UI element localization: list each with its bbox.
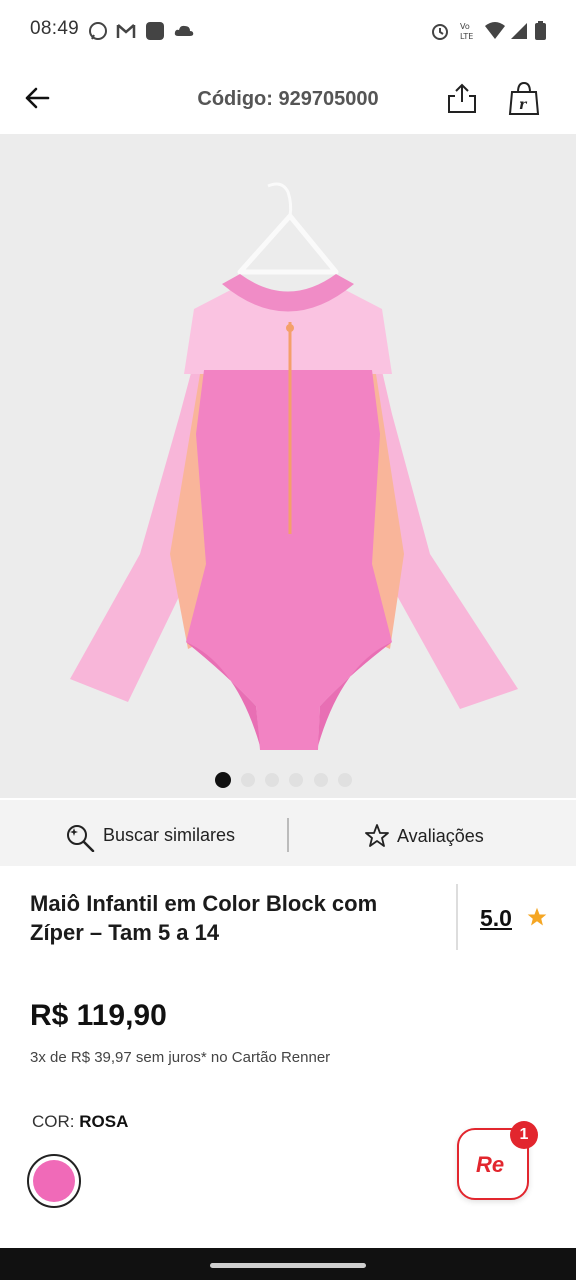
star-filled-icon bbox=[527, 907, 547, 926]
search-similar-label: Buscar similares bbox=[103, 824, 236, 845]
color-swatch-fill bbox=[33, 1160, 75, 1202]
search-similar-button[interactable]: Buscar similares bbox=[64, 818, 235, 852]
rating-divider bbox=[456, 884, 458, 950]
status-time: 08:49 bbox=[30, 18, 80, 39]
home-indicator[interactable] bbox=[210, 1263, 366, 1268]
installments-text: 3x de R$ 39,97 sem juros* no Cartão Renn… bbox=[30, 1049, 331, 1066]
color-label: COR: ROSA bbox=[32, 1112, 128, 1132]
swimsuit-illustration bbox=[70, 182, 518, 750]
gallery-dot-2[interactable] bbox=[241, 773, 255, 787]
product-name-line2: Zíper – Tam 5 a 14 bbox=[30, 920, 220, 945]
reviews-label: Avaliações bbox=[397, 825, 484, 846]
whatsapp-icon bbox=[89, 22, 107, 40]
re-logo-text: Re bbox=[476, 1152, 505, 1177]
cloud-icon bbox=[174, 25, 194, 36]
svg-text:r: r bbox=[519, 97, 528, 113]
color-swatch-rosa[interactable] bbox=[27, 1154, 81, 1208]
product-name-line1: Maiô Infantil em Color Block com bbox=[30, 891, 378, 916]
volte-icon: VoLTE bbox=[460, 22, 473, 41]
color-prefix: COR: bbox=[32, 1112, 80, 1131]
signal-icon bbox=[511, 23, 527, 39]
action-divider bbox=[287, 818, 289, 852]
gallery-dot-5[interactable] bbox=[314, 773, 328, 787]
app-icon bbox=[146, 22, 164, 40]
product-image[interactable] bbox=[0, 134, 576, 798]
magnifier-sparkle-icon bbox=[67, 825, 95, 852]
notification-count-badge: 1 bbox=[510, 1121, 538, 1149]
gallery-dot-1[interactable] bbox=[215, 772, 231, 788]
rating-value[interactable]: 5.0 bbox=[480, 905, 512, 932]
wifi-icon bbox=[485, 22, 505, 39]
gmail-icon bbox=[116, 24, 136, 38]
color-value: ROSA bbox=[79, 1112, 129, 1131]
reviews-button[interactable]: Avaliações bbox=[364, 820, 484, 852]
alarm-icon bbox=[432, 24, 448, 40]
product-name: Maiô Infantil em Color Block com Zíper –… bbox=[30, 889, 430, 947]
shopping-bag-icon[interactable]: r bbox=[508, 80, 540, 116]
share-icon[interactable] bbox=[446, 82, 478, 114]
battery-icon bbox=[535, 21, 546, 40]
svg-text:LTE: LTE bbox=[460, 32, 473, 41]
product-code-title: Código: 929705000 bbox=[197, 88, 379, 110]
product-price: R$ 119,90 bbox=[30, 999, 167, 1032]
gallery-dot-3[interactable] bbox=[265, 773, 279, 787]
gallery-dot-6[interactable] bbox=[338, 773, 352, 787]
gallery-dot-4[interactable] bbox=[289, 773, 303, 787]
svg-text:Vo: Vo bbox=[460, 22, 470, 31]
star-outline-icon bbox=[365, 824, 389, 847]
